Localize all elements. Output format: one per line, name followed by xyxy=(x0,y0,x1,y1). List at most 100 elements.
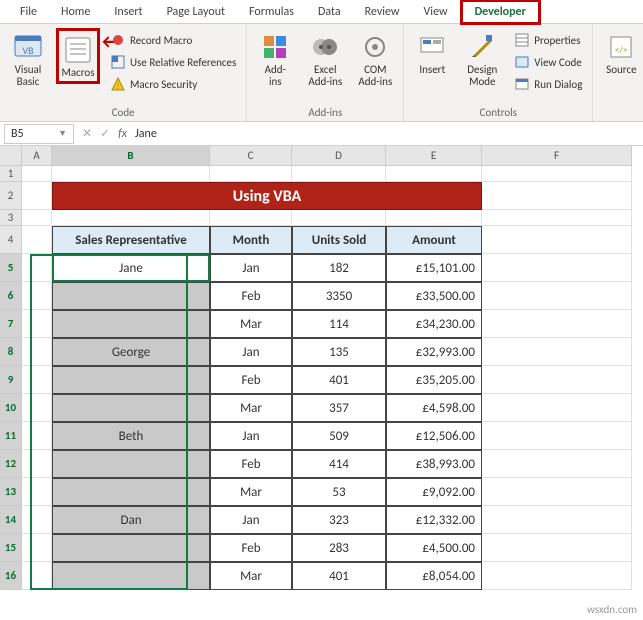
cell[interactable] xyxy=(52,394,210,422)
cell[interactable] xyxy=(52,310,210,338)
excel-addins-button[interactable]: Excel Add-ins xyxy=(303,28,347,90)
row-header[interactable]: 6 xyxy=(0,282,22,310)
cell[interactable]: Mar xyxy=(210,310,292,338)
cell[interactable]: £33,500.00 xyxy=(386,282,482,310)
cell[interactable]: £34,230.00 xyxy=(386,310,482,338)
macro-security-button[interactable]: ! Macro Security xyxy=(106,74,240,94)
relative-references-button[interactable]: Use Relative References xyxy=(106,52,240,72)
row-header[interactable]: 8 xyxy=(0,338,22,366)
row-header[interactable]: 13 xyxy=(0,478,22,506)
header-amount[interactable]: Amount xyxy=(386,226,482,254)
fx-icon[interactable]: fx xyxy=(118,127,127,141)
macros-button[interactable]: Macros xyxy=(56,28,100,84)
col-header[interactable]: B xyxy=(52,146,210,166)
name-box-dropdown-icon[interactable]: ▼ xyxy=(58,128,67,139)
tab-review[interactable]: Review xyxy=(353,2,412,22)
cell[interactable]: George xyxy=(52,338,210,366)
cell[interactable]: Jan xyxy=(210,422,292,450)
cell[interactable] xyxy=(52,534,210,562)
cell[interactable]: £15,101.00 xyxy=(386,254,482,282)
run-dialog-button[interactable]: Run Dialog xyxy=(510,74,586,94)
cell[interactable] xyxy=(52,282,210,310)
cell[interactable]: 53 xyxy=(292,478,386,506)
cell[interactable]: Mar xyxy=(210,478,292,506)
row-header[interactable]: 3 xyxy=(0,210,22,226)
row-header[interactable]: 12 xyxy=(0,450,22,478)
grid-body[interactable]: Using VBA Sales RepresentativeMonthUnits… xyxy=(22,166,632,590)
tab-view[interactable]: View xyxy=(412,2,460,22)
cell[interactable]: £35,205.00 xyxy=(386,366,482,394)
cell[interactable]: 135 xyxy=(292,338,386,366)
row-header[interactable]: 9 xyxy=(0,366,22,394)
cell[interactable]: Beth xyxy=(52,422,210,450)
header-units-sold[interactable]: Units Sold xyxy=(292,226,386,254)
row-header[interactable]: 2 xyxy=(0,182,22,210)
row-header[interactable]: 10 xyxy=(0,394,22,422)
col-header[interactable]: A xyxy=(22,146,52,166)
title-cell[interactable]: Using VBA xyxy=(52,182,482,210)
cell[interactable]: 401 xyxy=(292,366,386,394)
cell[interactable]: Jan xyxy=(210,254,292,282)
cell[interactable]: £12,506.00 xyxy=(386,422,482,450)
com-addins-button[interactable]: COM Add-ins xyxy=(353,28,397,90)
row-header[interactable]: 5 xyxy=(0,254,22,282)
source-button[interactable]: </> Source xyxy=(599,28,643,78)
cell[interactable] xyxy=(52,366,210,394)
tab-data[interactable]: Data xyxy=(306,2,353,22)
cell[interactable]: Feb xyxy=(210,366,292,394)
cell[interactable] xyxy=(52,562,210,590)
select-all-corner[interactable] xyxy=(0,146,22,166)
cell-b5[interactable]: Jane xyxy=(52,254,210,282)
cell[interactable]: Feb xyxy=(210,282,292,310)
cell[interactable]: Feb xyxy=(210,534,292,562)
cell[interactable] xyxy=(52,450,210,478)
name-box[interactable]: B5 ▼ xyxy=(4,124,74,144)
cell[interactable]: £9,092.00 xyxy=(386,478,482,506)
cell[interactable]: 182 xyxy=(292,254,386,282)
cell[interactable]: Mar xyxy=(210,394,292,422)
row-header[interactable]: 1 xyxy=(0,166,22,182)
insert-control-button[interactable]: Insert xyxy=(410,28,454,78)
cell[interactable]: Feb xyxy=(210,450,292,478)
row-header[interactable]: 11 xyxy=(0,422,22,450)
col-header[interactable]: C xyxy=(210,146,292,166)
cell[interactable]: 283 xyxy=(292,534,386,562)
tab-file[interactable]: File xyxy=(8,2,49,22)
cell[interactable]: £32,993.00 xyxy=(386,338,482,366)
cancel-formula-icon[interactable]: ✕ xyxy=(82,126,92,141)
cell[interactable]: £8,054.00 xyxy=(386,562,482,590)
cell[interactable]: 414 xyxy=(292,450,386,478)
row-header[interactable]: 4 xyxy=(0,226,22,254)
cell[interactable]: £12,332.00 xyxy=(386,506,482,534)
row-header[interactable]: 16 xyxy=(0,562,22,590)
cell[interactable]: £4,598.00 xyxy=(386,394,482,422)
view-code-button[interactable]: View Code xyxy=(510,52,586,72)
tab-insert[interactable]: Insert xyxy=(102,2,154,22)
accept-formula-icon[interactable]: ✓ xyxy=(100,126,110,141)
cell[interactable]: £38,993.00 xyxy=(386,450,482,478)
cell[interactable]: 509 xyxy=(292,422,386,450)
row-header[interactable]: 15 xyxy=(0,534,22,562)
cell[interactable]: 357 xyxy=(292,394,386,422)
cell[interactable] xyxy=(52,478,210,506)
cell[interactable]: Mar xyxy=(210,562,292,590)
col-header[interactable]: E xyxy=(386,146,482,166)
record-macro-button[interactable]: Record Macro xyxy=(106,30,240,50)
design-mode-button[interactable]: Design Mode xyxy=(460,28,504,90)
visual-basic-button[interactable]: VB Visual Basic xyxy=(6,28,50,90)
row-header[interactable]: 14 xyxy=(0,506,22,534)
col-header[interactable]: F xyxy=(482,146,632,166)
cell[interactable]: Jan xyxy=(210,338,292,366)
cell[interactable]: 3350 xyxy=(292,282,386,310)
cell[interactable]: 401 xyxy=(292,562,386,590)
cell[interactable]: Jan xyxy=(210,506,292,534)
header-month[interactable]: Month xyxy=(210,226,292,254)
cell[interactable]: 323 xyxy=(292,506,386,534)
tab-developer[interactable]: Developer xyxy=(460,0,541,25)
formula-bar-value[interactable]: Jane xyxy=(135,127,157,141)
cell[interactable]: £4,500.00 xyxy=(386,534,482,562)
col-header[interactable]: D xyxy=(292,146,386,166)
cell[interactable]: Dan xyxy=(52,506,210,534)
properties-button[interactable]: Properties xyxy=(510,30,586,50)
cell[interactable]: 114 xyxy=(292,310,386,338)
